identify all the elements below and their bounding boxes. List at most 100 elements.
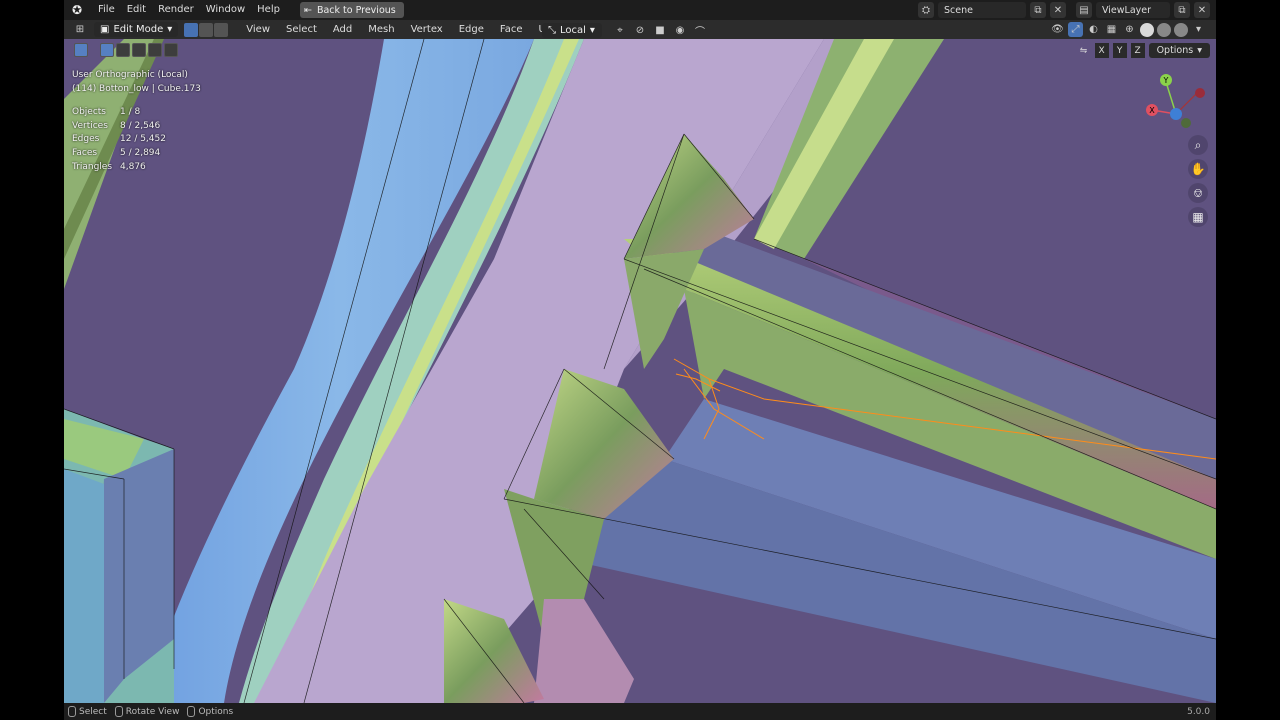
scene-name: Scene — [944, 4, 973, 16]
extend-selection-button[interactable] — [116, 43, 130, 57]
snap-icon[interactable]: ⊘ — [632, 22, 648, 38]
mouse-middle-icon — [114, 706, 123, 717]
mirror-icon: ⇋ — [1079, 45, 1088, 56]
gizmo-toggle-icon[interactable]: ⤢ — [1068, 22, 1083, 37]
back-icon: ⇤ — [303, 4, 312, 16]
set-selection-button[interactable] — [100, 43, 114, 57]
axis-z-toggle[interactable]: Z — [1130, 43, 1145, 58]
status-select: Select — [68, 706, 107, 717]
mouse-right-icon — [187, 706, 196, 717]
menu-file[interactable]: File — [92, 0, 121, 20]
scene-icon[interactable]: ⛭ — [918, 2, 934, 18]
menu-window[interactable]: Window — [200, 0, 251, 20]
viewport-right-tools: 👁 ⤢ ◐ ▦ ⊕ ▾ — [1050, 22, 1206, 37]
delete-viewlayer-icon[interactable]: ✕ — [1194, 2, 1210, 18]
camera-view-icon[interactable]: ⎊ — [1188, 183, 1208, 203]
editor-type-icon[interactable]: ⊞ — [72, 22, 88, 38]
gizmo-y-label: Y — [1163, 76, 1169, 85]
menu-mesh[interactable]: Mesh — [360, 24, 402, 35]
menu-edit[interactable]: Edit — [121, 0, 152, 20]
version-label: 5.0.0 — [1187, 706, 1210, 717]
back-to-previous-label: Back to Previous — [316, 4, 396, 16]
viewport-text-overlay: User Orthographic (Local) (114) Botton_l… — [72, 69, 201, 174]
3d-viewport[interactable] — [64, 39, 1216, 703]
proportional-edit-icon[interactable]: ◉ — [672, 22, 688, 38]
viewlayer-icon[interactable]: ▤ — [1076, 2, 1092, 18]
menu-render[interactable]: Render — [152, 0, 200, 20]
stat-value: 1 / 8 — [120, 107, 141, 118]
select-mode-group — [184, 22, 229, 37]
view-name: User Orthographic (Local) — [72, 70, 188, 80]
new-viewlayer-icon[interactable]: ⧉ — [1174, 2, 1190, 18]
face-select-mode-button[interactable] — [214, 22, 229, 37]
rendered-shading-button[interactable] — [1174, 22, 1188, 37]
chevron-down-icon: ▾ — [167, 24, 173, 35]
viewport-header: ⊞ ▣ Edit Mode ▾ View Select Add Mesh Ver… — [64, 20, 1216, 39]
menu-help[interactable]: Help — [251, 0, 286, 20]
options-dropdown[interactable]: Options ▾ — [1148, 43, 1210, 58]
mouse-left-icon — [68, 706, 76, 717]
status-select-label: Select — [79, 706, 107, 717]
stat-value: 12 / 5,452 — [120, 134, 166, 145]
material-shading-button[interactable] — [1157, 22, 1171, 37]
stat-value: 5 / 2,894 — [120, 147, 161, 158]
xray-icon[interactable]: ▦ — [1104, 22, 1119, 37]
overlay-toggle-icon[interactable]: ◐ — [1086, 22, 1101, 37]
selection-mode-group — [100, 43, 178, 57]
menu-view[interactable]: View — [238, 24, 278, 35]
transform-tools: ⤡ Local ▾ ⌖ ⊘ ■ ◉ ⌒ — [542, 22, 708, 38]
snap-target-icon[interactable]: ■ — [652, 22, 668, 38]
letterbox-left — [0, 0, 64, 720]
subtract-selection-button[interactable] — [132, 43, 146, 57]
stat-value: 8 / 2,546 — [120, 120, 161, 131]
blender-logo-icon[interactable]: ✪ — [70, 3, 84, 17]
delete-scene-icon[interactable]: ✕ — [1050, 2, 1066, 18]
chevron-down-icon: ▾ — [1197, 45, 1202, 56]
menu-face[interactable]: Face — [492, 24, 531, 35]
stat-label: Edges — [72, 134, 100, 145]
select-box-tool-button[interactable] — [74, 43, 88, 57]
stat-label: Objects — [72, 107, 107, 118]
mesh-render — [64, 39, 1216, 703]
pan-hand-icon[interactable]: ✋ — [1188, 159, 1208, 179]
visibility-icon[interactable]: 👁 — [1050, 22, 1065, 37]
menu-edge[interactable]: Edge — [451, 24, 492, 35]
new-scene-icon[interactable]: ⧉ — [1030, 2, 1046, 18]
viewlayer-field[interactable]: ViewLayer — [1096, 2, 1170, 18]
stat-label: Triangles — [72, 161, 113, 172]
orientation-icon: ⤡ — [548, 24, 556, 36]
gizmo-z-axis[interactable] — [1170, 108, 1182, 120]
menu-vertex[interactable]: Vertex — [403, 24, 451, 35]
menu-select[interactable]: Select — [278, 24, 325, 35]
stat-label: Vertices — [72, 120, 108, 131]
perspective-grid-icon[interactable]: ▦ — [1188, 207, 1208, 227]
shading-options-icon[interactable]: ▾ — [1191, 22, 1206, 37]
options-label: Options — [1156, 45, 1194, 56]
status-bar: Select Rotate View Options 5.0.0 — [64, 703, 1216, 720]
axis-y-toggle[interactable]: Y — [1112, 43, 1127, 58]
edge-select-mode-button[interactable] — [199, 22, 214, 37]
solid-shading-button[interactable] — [1140, 22, 1154, 37]
navigation-gizmo[interactable]: Y X — [1140, 70, 1210, 140]
stat-value: 4,876 — [120, 161, 146, 172]
intersect-selection-button[interactable] — [164, 43, 178, 57]
vertex-select-mode-button[interactable] — [184, 22, 199, 37]
pivot-point-icon[interactable]: ⌖ — [612, 22, 628, 38]
stat-label: Faces — [72, 147, 98, 158]
zoom-icon[interactable]: ⌕ — [1188, 135, 1208, 155]
axis-x-toggle[interactable]: X — [1094, 43, 1109, 58]
back-to-previous-button[interactable]: ⇤ Back to Previous — [299, 2, 404, 18]
scene-field[interactable]: Scene — [938, 2, 1026, 18]
mode-selector[interactable]: ▣ Edit Mode ▾ — [94, 22, 179, 37]
chevron-down-icon: ▾ — [589, 24, 595, 36]
menu-add[interactable]: Add — [325, 24, 360, 35]
gizmo-neg-x-axis[interactable] — [1195, 88, 1205, 98]
transform-orientation-select[interactable]: ⤡ Local ▾ — [542, 22, 602, 38]
invert-selection-button[interactable] — [148, 43, 162, 57]
falloff-icon[interactable]: ⌒ — [692, 22, 708, 38]
edit-mode-icon: ▣ — [100, 24, 110, 35]
letterbox-right — [1216, 0, 1280, 720]
orientation-label: Local — [560, 24, 586, 36]
gizmo-neg-y-axis[interactable] — [1181, 118, 1191, 128]
wireframe-icon[interactable]: ⊕ — [1122, 22, 1137, 37]
